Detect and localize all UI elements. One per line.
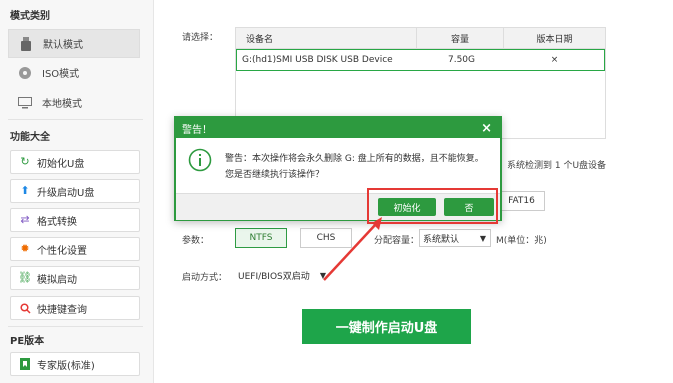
table-row[interactable]: G:(hd1)SMI USB DISK USB Device 7.50G × <box>236 49 605 71</box>
monitor-icon <box>18 96 32 110</box>
alloc-value: 系统默认 <box>423 234 460 245</box>
params-label: 参数： <box>182 236 210 246</box>
close-icon[interactable]: × <box>481 121 492 136</box>
cell-date: × <box>550 55 559 65</box>
pe-section-title: PE版本 <box>10 336 45 347</box>
col-capacity: 容量 <box>417 28 504 48</box>
personalize-button[interactable]: ✹ 个性化设置 <box>10 237 140 261</box>
dialog-message-1: 警告：本次操作将会永久删除 G: 盘上所有的数据，且不能恢复。 <box>225 154 484 164</box>
init-usb-button[interactable]: ↻ 初始化U盘 <box>10 150 140 174</box>
fat16-button[interactable]: FAT16 <box>498 191 545 211</box>
divider <box>8 326 143 327</box>
mode-iso[interactable]: ISO模式 <box>8 59 138 86</box>
upgrade-usb-label: 升级启动U盘 <box>37 187 95 199</box>
col-date: 版本日期 <box>536 34 573 45</box>
unit-text: M(单位：兆) <box>496 236 547 246</box>
info-icon <box>188 148 212 175</box>
search-icon <box>19 302 31 314</box>
format-convert-label: 格式转换 <box>37 216 77 228</box>
func-section-title: 功能大全 <box>10 132 50 143</box>
refresh-icon: ↻ <box>20 155 30 168</box>
make-boot-usb-button[interactable]: 一键制作启动U盘 <box>302 309 471 344</box>
bookmark-icon <box>19 358 31 370</box>
ntfs-button[interactable]: NTFS <box>235 228 287 248</box>
hotkey-query-label: 快捷键查询 <box>37 304 87 316</box>
pe-expert-label: 专家版(标准) <box>37 360 95 372</box>
swap-icon: ⇄ <box>20 213 30 226</box>
simulate-boot-button[interactable]: ⛓ 模拟启动 <box>10 266 140 290</box>
disc-icon <box>18 66 32 80</box>
dialog-title: 警告！ <box>182 124 212 136</box>
hotkey-query-button[interactable]: 快捷键查询 <box>10 296 140 320</box>
usb-icon <box>19 36 33 51</box>
dialog-message-2: 您是否继续执行该操作？ <box>225 170 325 180</box>
table-header: 设备名 容量 版本日期 <box>236 28 605 49</box>
sidebar: 模式类别 默认模式 ISO模式 本地模式 功能大全 ↻ 初始化U盘 ⬆ 升级启动… <box>0 0 154 383</box>
mode-section-title: 模式类别 <box>10 11 50 22</box>
mode-default-label: 默认模式 <box>43 40 83 51</box>
mode-local-label: 本地模式 <box>42 99 82 110</box>
cell-device: G:(hd1)SMI USB DISK USB Device <box>242 55 393 65</box>
chevron-down-icon: ▼ <box>479 233 486 243</box>
mode-iso-label: ISO模式 <box>42 69 80 80</box>
format-convert-button[interactable]: ⇄ 格式转换 <box>10 208 140 232</box>
arrow-up-icon: ⬆ <box>20 184 30 197</box>
boot-value: UEFI/BIOS双启动 <box>238 271 310 282</box>
personalize-label: 个性化设置 <box>37 245 87 257</box>
mode-local[interactable]: 本地模式 <box>8 89 138 116</box>
pe-expert-button[interactable]: 专家版(标准) <box>10 352 140 376</box>
init-usb-label: 初始化U盘 <box>37 158 85 170</box>
alloc-select[interactable]: 系统默认 ▼ <box>419 229 491 247</box>
boot-select[interactable]: UEFI/BIOS双启动 ▼ <box>235 266 328 284</box>
mode-default[interactable]: 默认模式 <box>8 29 140 58</box>
simulate-boot-label: 模拟启动 <box>37 274 77 286</box>
link-icon: ⛓ <box>18 271 32 284</box>
boot-label: 启动方式： <box>182 273 228 283</box>
detect-text: 系统检测到 1 个U盘设备 <box>507 161 607 171</box>
divider <box>8 119 143 120</box>
annotation-arrow <box>323 217 382 281</box>
cell-capacity: 7.50G <box>447 55 475 65</box>
col-device: 设备名 <box>236 28 417 48</box>
gear-icon: ✹ <box>20 242 30 255</box>
dialog-header: 警告！ × <box>176 118 500 138</box>
upgrade-usb-button[interactable]: ⬆ 升级启动U盘 <box>10 179 140 203</box>
select-label: 请选择： <box>182 33 219 43</box>
